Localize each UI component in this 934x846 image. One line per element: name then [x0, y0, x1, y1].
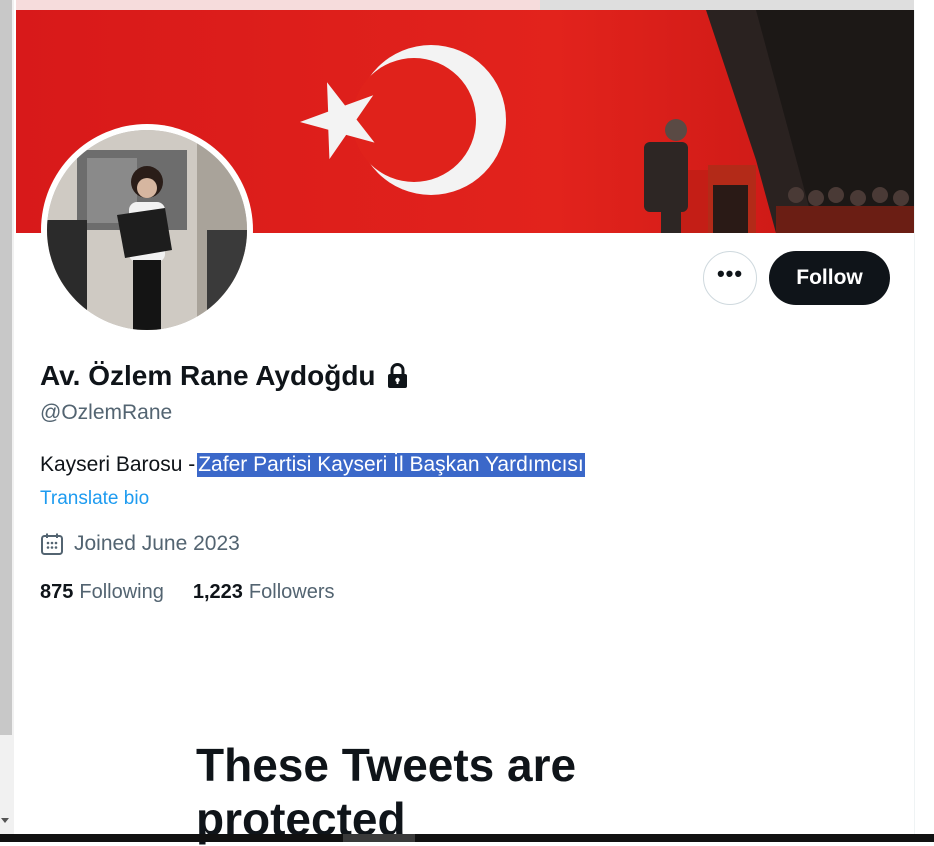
translate-bio-link[interactable]: Translate bio — [40, 488, 149, 510]
protected-tweets-heading: These Tweets are protected — [196, 739, 577, 845]
profile-handle: @OzlemRane — [40, 401, 173, 424]
calendar-icon — [41, 533, 63, 555]
joined-text: Joined June 2023 — [74, 532, 240, 555]
more-icon: ••• — [716, 261, 744, 286]
follow-button[interactable]: Follow — [769, 251, 890, 305]
bio-text: Kayseri Barosu - — [40, 453, 196, 476]
joined-date: Joined June 2023 — [40, 532, 240, 556]
profile-stats: 875 Following 1,223 Followers — [40, 581, 364, 604]
profile-bio: Kayseri Barosu - Zafer Partisi Kayseri İ… — [40, 453, 585, 477]
following-count: 875 — [40, 581, 74, 603]
left-scrollbar-thumb[interactable] — [0, 0, 12, 735]
display-name-text: Av. Özlem Rane Aydoğdu — [40, 360, 376, 391]
more-options-button[interactable]: ••• — [703, 251, 757, 305]
bottom-scrollbar-thumb[interactable] — [343, 834, 415, 842]
profile-avatar[interactable] — [41, 124, 253, 336]
following-link[interactable]: 875 Following — [40, 581, 164, 604]
lock-icon — [387, 363, 407, 388]
bottom-scrollbar-track[interactable] — [0, 834, 934, 842]
followers-count: 1,223 — [192, 581, 243, 603]
profile-display-name: Av. Özlem Rane Aydoğdu — [40, 360, 408, 392]
followers-link[interactable]: 1,223 Followers — [193, 581, 335, 604]
top-strip-gray — [540, 0, 914, 10]
bio-selected-text[interactable]: Zafer Partisi Kayseri İl Başkan Yardımcı… — [197, 453, 585, 477]
following-label: Following — [79, 581, 164, 603]
scroll-down-arrow-icon[interactable] — [1, 818, 9, 823]
followers-label: Followers — [248, 581, 335, 603]
